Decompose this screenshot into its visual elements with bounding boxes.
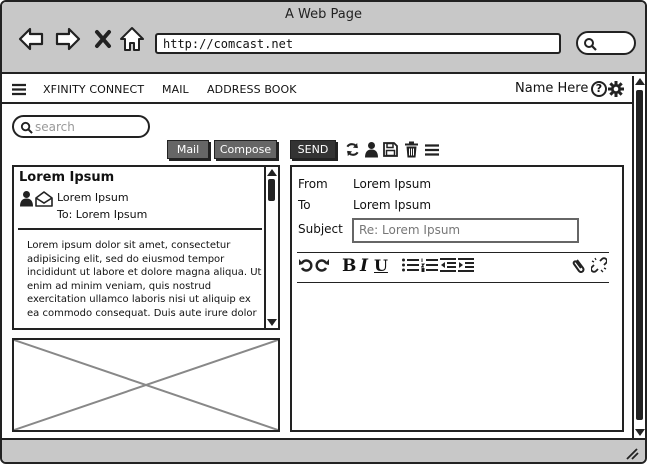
- window-title: A Web Page: [285, 7, 362, 22]
- page-scrollbar[interactable]: [632, 76, 645, 438]
- home-icon[interactable]: [119, 26, 145, 52]
- numbered-list-icon[interactable]: [421, 258, 438, 272]
- attachment-icon[interactable]: [572, 257, 586, 273]
- message-preview-panel: Lorem Ipsum Lorem Ipsum To: Lorem Ipsum …: [12, 165, 280, 330]
- underline-button[interactable]: U: [374, 256, 388, 275]
- indent-icon[interactable]: [458, 258, 474, 272]
- mail-button[interactable]: Mail: [167, 140, 209, 159]
- to-label: To: [298, 198, 311, 212]
- subject-label: Subject: [298, 222, 343, 236]
- scroll-up-arrow-icon[interactable]: [635, 78, 645, 85]
- save-icon[interactable]: [383, 141, 398, 158]
- scroll-down-arrow-icon[interactable]: [267, 319, 277, 326]
- message-title[interactable]: Lorem Ipsum: [19, 170, 114, 185]
- bold-button[interactable]: B: [342, 256, 356, 276]
- browser-search-field[interactable]: [576, 31, 636, 55]
- send-button[interactable]: SEND: [290, 140, 336, 159]
- scrollbar-thumb[interactable]: [268, 179, 275, 201]
- image-placeholder-icon: [13, 339, 279, 431]
- resize-grip-icon[interactable]: [625, 448, 639, 460]
- editor-toolbar-top-rule: [297, 252, 609, 253]
- search-input[interactable]: [35, 119, 145, 135]
- message-to: To: Lorem Ipsum: [57, 208, 148, 221]
- app-header: XFINITY CONNECT MAIL ADDRESS BOOK Name H…: [2, 76, 632, 104]
- italic-button[interactable]: I: [360, 256, 368, 276]
- user-name[interactable]: Name Here: [515, 81, 588, 96]
- envelope-open-icon: [35, 191, 53, 207]
- nav-xfinity-connect[interactable]: XFINITY CONNECT: [43, 83, 144, 96]
- message-body: Lorem ipsum dolor sit amet, consectetur …: [27, 240, 262, 319]
- editor-toolbar-bottom-rule: [297, 282, 609, 283]
- nav-mail[interactable]: MAIL: [162, 83, 189, 96]
- message-divider: [18, 228, 262, 230]
- help-icon[interactable]: ?: [591, 81, 607, 97]
- browser-status-bar: [2, 438, 645, 462]
- outdent-icon[interactable]: [440, 258, 456, 272]
- compose-button[interactable]: Compose: [214, 140, 277, 159]
- scroll-down-arrow-icon[interactable]: [635, 429, 645, 436]
- refresh-icon[interactable]: [345, 141, 360, 158]
- nav-address-book[interactable]: ADDRESS BOOK: [207, 83, 297, 96]
- compose-panel: From Lorem Ipsum To Lorem Ipsum Subject …: [290, 165, 624, 432]
- scroll-up-arrow-icon[interactable]: [267, 169, 277, 176]
- from-label: From: [298, 177, 328, 191]
- message-from: Lorem Ipsum: [57, 191, 129, 204]
- browser-window: A Web Page http://comcast.net XFINITY CO…: [0, 0, 647, 464]
- subject-input[interactable]: Re: Lorem Ipsum: [352, 218, 579, 243]
- search-icon: [584, 38, 597, 51]
- unlink-icon[interactable]: [591, 257, 607, 273]
- contact-icon[interactable]: [365, 141, 378, 158]
- image-placeholder: [12, 338, 280, 432]
- scrollbar-thumb[interactable]: [636, 90, 643, 420]
- browser-chrome: A Web Page http://comcast.net: [2, 2, 645, 74]
- trash-icon[interactable]: [405, 141, 418, 158]
- url-bar[interactable]: http://comcast.net: [155, 33, 561, 54]
- back-arrow-icon[interactable]: [18, 26, 44, 52]
- stop-x-icon[interactable]: [90, 26, 116, 52]
- sender-avatar-icon: [20, 191, 33, 207]
- mail-search-field[interactable]: [12, 115, 150, 138]
- bullet-list-icon[interactable]: [402, 258, 419, 272]
- menu-icon[interactable]: [425, 141, 439, 158]
- from-value[interactable]: Lorem Ipsum: [353, 177, 431, 191]
- to-value[interactable]: Lorem Ipsum: [353, 198, 431, 212]
- forward-arrow-icon[interactable]: [55, 26, 81, 52]
- search-icon: [20, 121, 33, 134]
- undo-icon[interactable]: [299, 258, 313, 272]
- hamburger-menu-icon[interactable]: [12, 83, 26, 96]
- gear-icon[interactable]: [608, 81, 624, 97]
- redo-icon[interactable]: [315, 258, 329, 272]
- message-scrollbar[interactable]: [264, 167, 278, 328]
